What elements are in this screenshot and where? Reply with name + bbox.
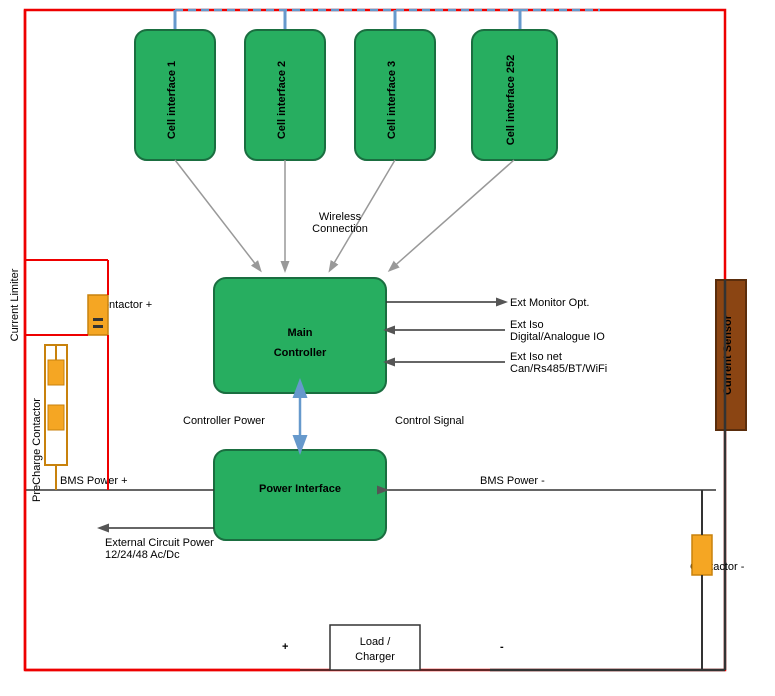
svg-text:12/24/48 Ac/Dc: 12/24/48 Ac/Dc <box>105 549 180 561</box>
svg-text:BMS Power +: BMS Power + <box>60 475 128 487</box>
diagram-container: Cell interface 1 Cell interface 2 Cell i… <box>0 0 775 696</box>
svg-text:Can/Rs485/BT/WiFi: Can/Rs485/BT/WiFi <box>510 363 607 375</box>
svg-text:Cell interface 1: Cell interface 1 <box>166 61 178 139</box>
svg-text:Wireless: Wireless <box>319 211 362 223</box>
svg-text:Cell interface 2: Cell interface 2 <box>276 61 288 139</box>
svg-text:Charger: Charger <box>355 651 395 663</box>
svg-text:Connection: Connection <box>312 223 368 235</box>
svg-text:Power Interface: Power Interface <box>259 483 341 495</box>
svg-text:+: + <box>282 641 288 653</box>
svg-text:Current Limiter: Current Limiter <box>9 268 21 341</box>
svg-text:PreCharge Contactor: PreCharge Contactor <box>31 398 43 502</box>
svg-text:Load /: Load / <box>360 636 392 648</box>
svg-text:Control Signal: Control Signal <box>395 415 464 427</box>
svg-text:External Circuit Power: External Circuit Power <box>105 537 214 549</box>
svg-text:Controller Power: Controller Power <box>183 415 265 427</box>
svg-text:Cell interface 252: Cell interface 252 <box>505 55 517 146</box>
svg-text:-: - <box>500 641 504 653</box>
svg-text:Ext Monitor Opt.: Ext Monitor Opt. <box>510 297 589 309</box>
svg-text:Ext Iso net: Ext Iso net <box>510 351 562 363</box>
svg-text:BMS Power -: BMS Power - <box>480 475 545 487</box>
svg-text:Ext Iso: Ext Iso <box>510 319 544 331</box>
svg-text:Controller: Controller <box>274 347 327 359</box>
svg-text:Main: Main <box>287 327 312 339</box>
svg-text:Digital/Analogue IO: Digital/Analogue IO <box>510 331 605 343</box>
svg-text:Cell interface 3: Cell interface 3 <box>386 61 398 139</box>
